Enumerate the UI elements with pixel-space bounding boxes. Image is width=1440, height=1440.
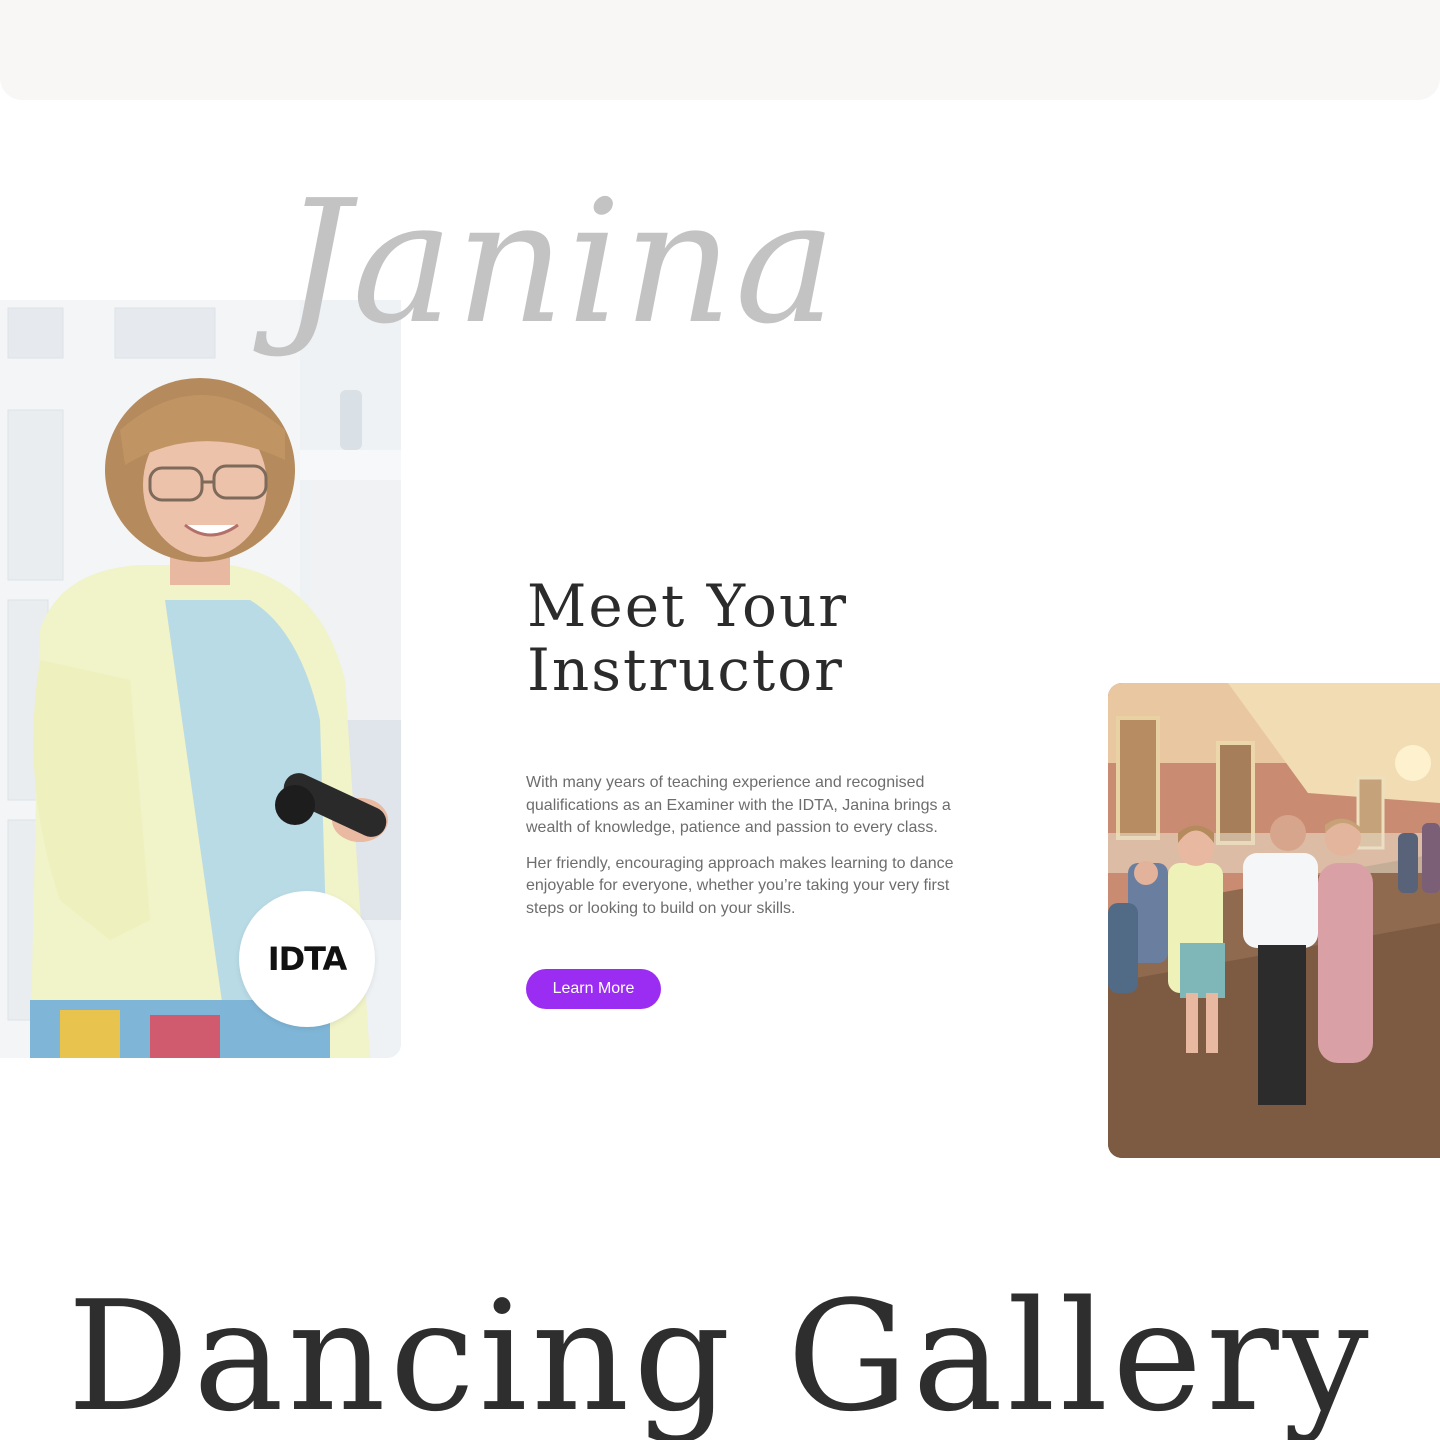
heading-line-2: Instructor (527, 636, 844, 704)
paragraph-experience: With many years of teaching experience a… (526, 774, 951, 836)
heading-line-1: Meet Your (527, 572, 849, 640)
learn-more-button[interactable]: Learn More (526, 969, 661, 1009)
idta-logo-text: IDTA (267, 940, 348, 978)
gallery-title: Dancing Gallery (67, 1268, 1373, 1440)
paragraph-approach: Her friendly, encouraging approach makes… (526, 854, 954, 917)
instructor-script-name: Janina (282, 164, 839, 362)
top-band (0, 0, 1440, 100)
instructor-description: With many years of teaching experience a… (526, 772, 958, 933)
dance-hall-photo (1108, 683, 1440, 1158)
section-heading: Meet Your Instructor (527, 574, 947, 702)
idta-badge: IDTA (239, 891, 375, 1027)
